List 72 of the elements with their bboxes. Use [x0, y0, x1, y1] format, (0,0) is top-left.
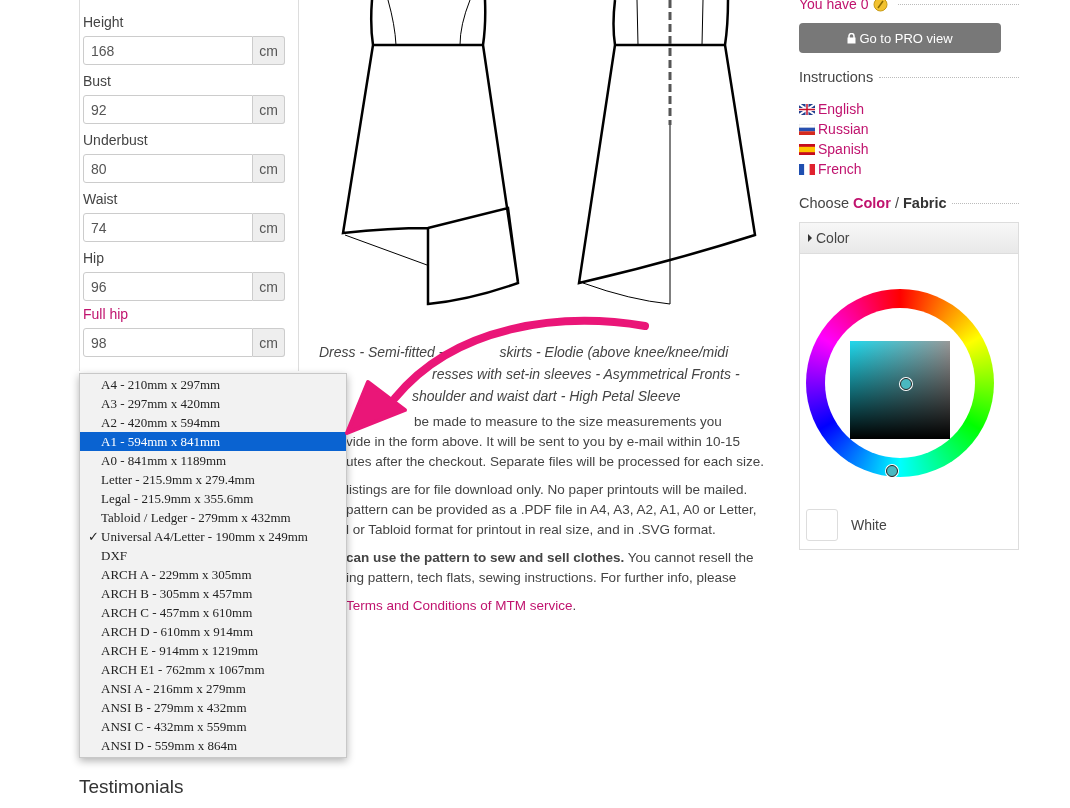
measurement-input[interactable]: 74 — [83, 213, 253, 242]
dropdown-option[interactable]: ARCH C - 457mm x 610mm — [80, 603, 346, 622]
field-label: Waist — [83, 190, 119, 209]
field-label: Underbust — [83, 131, 149, 150]
unit-addon: cm — [253, 36, 285, 65]
description-text: utes after the checkout. Separate files will be processed for each size. — [346, 453, 764, 471]
dropdown-option[interactable]: ARCH A - 229mm x 305mm — [80, 565, 346, 584]
dropdown-option[interactable]: ANSI B - 279mm x 432mm — [80, 698, 346, 717]
measurement-input[interactable]: 96 — [83, 272, 253, 301]
dropdown-option[interactable]: ANSI A - 216mm x 279mm — [80, 679, 346, 698]
dropdown-option[interactable]: Legal - 215.9mm x 355.6mm — [80, 489, 346, 508]
unit-addon: cm — [253, 328, 285, 357]
description-text: l or Tabloid format for printout in real size, and in .SVG format. — [346, 521, 716, 539]
dropdown-option[interactable]: A1 - 594mm x 841mm — [80, 432, 346, 451]
lock-icon — [847, 32, 857, 44]
pro-view-button[interactable]: Go to PRO view — [799, 23, 1001, 53]
color-swatch[interactable] — [806, 509, 838, 541]
field-label: Bust — [83, 72, 112, 91]
description-text: be made to measure to the size measurements you — [414, 413, 722, 431]
section-heading: Choose Color / Fabric — [799, 195, 947, 211]
measurement-input[interactable]: 80 — [83, 154, 253, 183]
dropdown-option[interactable]: ARCH E - 914mm x 1219mm — [80, 641, 346, 660]
description-text: listings are for file download only. No paper printouts will be mailed. — [346, 481, 748, 499]
field-label: Hip — [83, 249, 105, 268]
dropdown-option[interactable]: A3 - 297mm x 420mm — [80, 394, 346, 413]
saturation-square[interactable] — [850, 341, 950, 439]
section-heading: Instructions — [799, 69, 874, 85]
section-heading: Testimonials — [79, 776, 185, 798]
field-label: Full hip — [83, 305, 130, 324]
language-link[interactable]: Russian — [818, 121, 869, 137]
description-text: ing pattern, tech flats, sewing instructions. For further info, please — [346, 569, 737, 587]
description-text: vide in the form above. It will be sent to you by e-mail within 10-15 — [346, 433, 740, 451]
unit-addon: cm — [253, 95, 285, 124]
product-title: shoulder and waist dart - High Petal Sleeve — [412, 387, 681, 406]
dropdown-option[interactable]: Tabloid / Ledger - 279mm x 432mm — [80, 508, 346, 527]
dropdown-option[interactable]: ARCH B - 305mm x 457mm — [80, 584, 346, 603]
dropdown-option[interactable]: ✓Universal A4/Letter - 190mm x 249mm — [80, 527, 346, 546]
unit-addon: cm — [253, 213, 285, 242]
measurement-input[interactable]: 168 — [83, 36, 253, 65]
flag-icon — [799, 143, 815, 155]
dropdown-option[interactable]: A4 - 210mm x 297mm — [80, 375, 346, 394]
flag-icon — [799, 163, 815, 175]
product-title: resses with set-in sleeves - Asymmetrical Fronts - — [432, 365, 740, 384]
coin-icon — [872, 0, 888, 12]
unit-addon: cm — [253, 154, 285, 183]
picker-handle[interactable] — [900, 378, 912, 390]
description-text: pattern can be provided as a .PDF file in A4, A3, A2, A1, A0 or Letter, — [346, 501, 757, 519]
dropdown-option[interactable]: ARCH E1 - 762mm x 1067mm — [80, 660, 346, 679]
product-title: skirts - Elodie (above knee/knee/midi — [499, 343, 729, 362]
dropdown-option[interactable]: A0 - 841mm x 1189mm — [80, 451, 346, 470]
product-title: Dress - Semi-fitted - — [319, 343, 444, 362]
color-accordion-header[interactable]: Color — [800, 223, 1018, 254]
dropdown-option[interactable]: ANSI D - 559mm x 864m — [80, 736, 346, 755]
language-link[interactable]: Spanish — [818, 141, 869, 157]
unit-addon: cm — [253, 272, 285, 301]
terms-link[interactable]: Terms and Conditions of MTM service — [346, 598, 573, 613]
flag-icon — [799, 123, 815, 135]
language-link[interactable]: French — [818, 161, 862, 177]
hue-handle[interactable] — [886, 465, 898, 477]
dropdown-option[interactable]: A2 - 420mm x 594mm — [80, 413, 346, 432]
swatch-label: White — [851, 517, 887, 533]
measurement-input[interactable]: 92 — [83, 95, 253, 124]
period-text: . — [572, 598, 577, 613]
dropdown-option[interactable]: ANSI C - 432mm x 559mm — [80, 717, 346, 736]
flag-icon — [799, 103, 815, 115]
dropdown-option[interactable]: Letter - 215.9mm x 279.4mm — [80, 470, 346, 489]
dropdown-option[interactable]: DXF — [80, 546, 346, 565]
language-link[interactable]: English — [818, 101, 864, 117]
field-label: Height — [83, 13, 125, 32]
measurement-input[interactable]: 98 — [83, 328, 253, 357]
dropdown-option[interactable]: ARCH D - 610mm x 914mm — [80, 622, 346, 641]
description-text: can use the pattern to sew and sell clothes. You cannot resell the — [346, 549, 754, 567]
